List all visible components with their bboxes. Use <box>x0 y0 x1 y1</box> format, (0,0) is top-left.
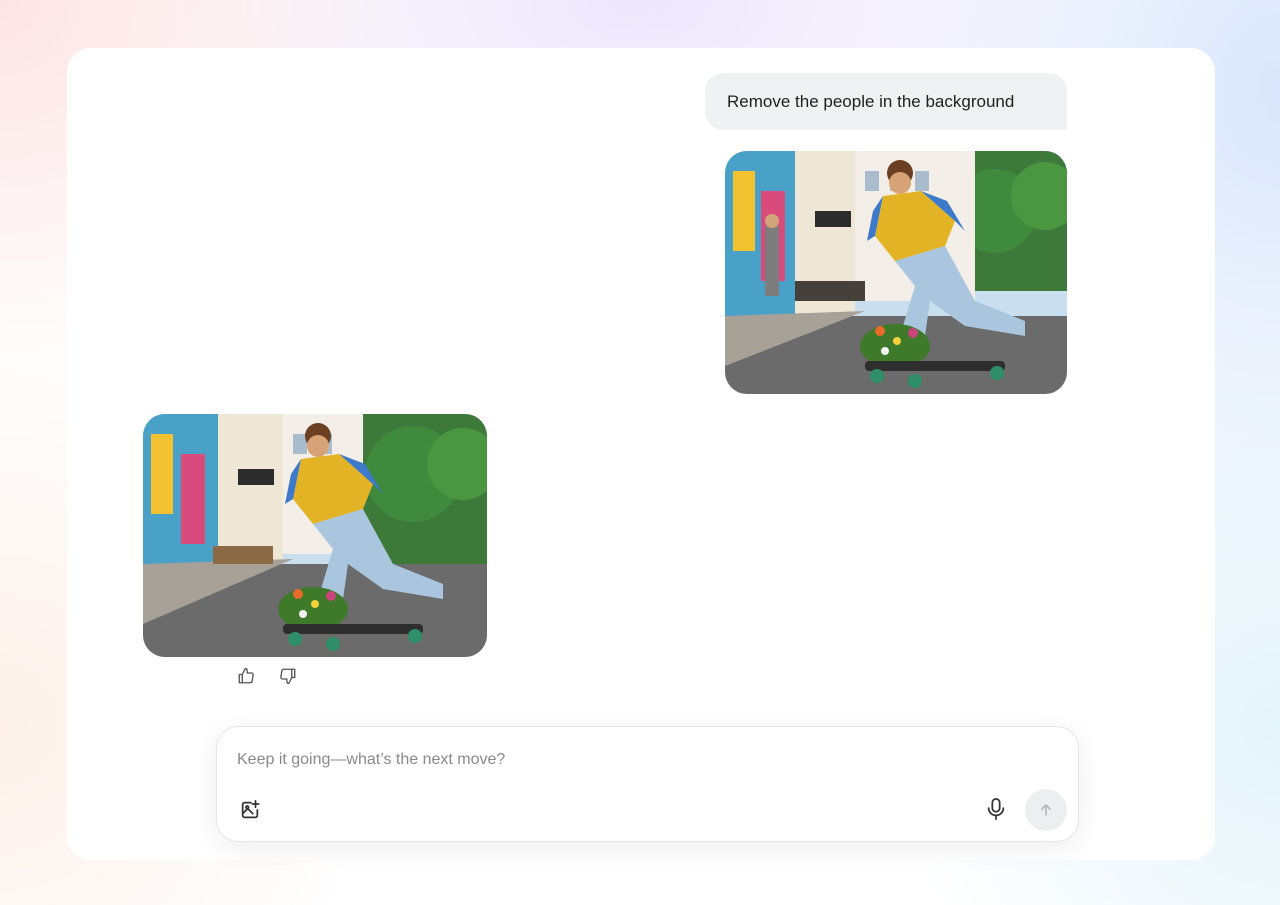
user-message-text: Remove the people in the background <box>727 91 1015 111</box>
user-message-bubble: Remove the people in the background <box>705 73 1067 130</box>
thumbs-up-icon[interactable] <box>236 666 256 686</box>
street-photo-people-removed <box>143 414 487 657</box>
send-button[interactable] <box>1025 789 1067 831</box>
street-photo-with-people <box>725 151 1067 394</box>
arrow-up-icon <box>1041 804 1051 816</box>
add-image-icon[interactable] <box>239 799 263 823</box>
user-uploaded-image[interactable] <box>725 151 1067 394</box>
message-input[interactable] <box>237 749 1037 771</box>
thumbs-down-icon[interactable] <box>278 666 298 686</box>
message-composer <box>216 726 1079 842</box>
feedback-bar <box>236 666 298 686</box>
microphone-icon[interactable] <box>985 797 1009 823</box>
edited-result-image[interactable] <box>143 414 487 657</box>
